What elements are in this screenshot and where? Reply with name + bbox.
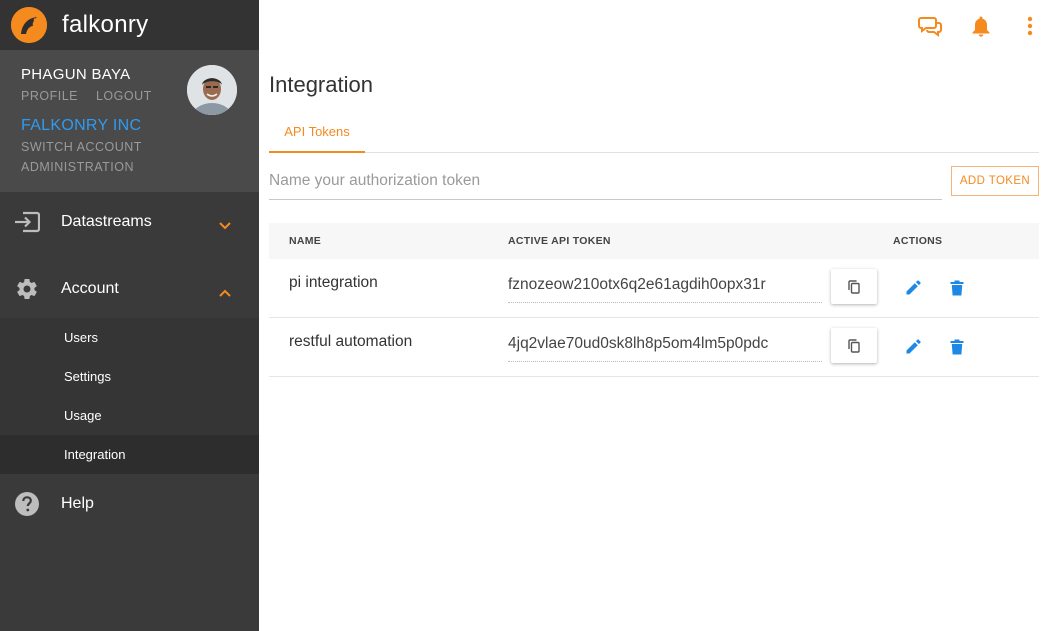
administration-link[interactable]: ADMINISTRATION (21, 160, 238, 174)
sidebar-item-label: Help (61, 495, 94, 512)
brand-header: falkonry (0, 0, 259, 50)
sidebar-item-settings[interactable]: Settings (0, 357, 259, 396)
user-panel: PHAGUN BAYA PROFILE LOGOUT FALKONRY INC … (0, 50, 259, 192)
more-vert-icon[interactable] (1016, 12, 1044, 40)
edit-button[interactable] (902, 277, 924, 299)
token-name: restful automation (289, 333, 413, 350)
token-name-input[interactable] (269, 164, 942, 198)
bell-icon[interactable] (967, 12, 995, 40)
column-header-actions: ACTIONS (893, 235, 943, 247)
delete-button[interactable] (946, 277, 968, 299)
switch-account-link[interactable]: SWITCH ACCOUNT (21, 140, 238, 154)
avatar[interactable] (187, 65, 237, 115)
sidebar-item-usage[interactable]: Usage (0, 396, 259, 435)
chat-icon[interactable] (916, 12, 944, 40)
tab-api-tokens[interactable]: API Tokens (269, 112, 365, 153)
trash-icon (950, 280, 964, 296)
chevron-down-icon[interactable] (219, 217, 231, 235)
tab-bar: API Tokens (269, 112, 1039, 153)
copy-icon (848, 279, 860, 294)
sidebar-item-datastreams[interactable]: Datastreams (0, 192, 259, 251)
tokens-table: NAME ACTIVE API TOKEN ACTIONS pi integra… (269, 223, 1039, 377)
token-value[interactable]: 4jq2vlae70ud0sk8lh8p5om4lm5p0pdc (508, 330, 822, 362)
edit-button[interactable] (902, 336, 924, 358)
add-token-button[interactable]: ADD TOKEN (951, 166, 1039, 196)
gear-icon (14, 276, 40, 302)
token-name-field (269, 164, 942, 200)
org-name[interactable]: FALKONRY INC (21, 117, 238, 135)
help-icon (14, 491, 40, 517)
input-icon (14, 209, 40, 235)
sidebar-item-integration[interactable]: Integration (0, 435, 259, 474)
trash-icon (950, 339, 964, 355)
chevron-up-icon[interactable] (219, 284, 231, 302)
topbar-actions (909, 12, 1049, 40)
sidebar-item-help[interactable]: Help (0, 474, 259, 534)
sidebar-item-label: Account (61, 279, 119, 297)
sidebar-item-users[interactable]: Users (0, 318, 259, 357)
table-row: restful automation 4jq2vlae70ud0sk8lh8p5… (269, 318, 1039, 377)
page-title: Integration (269, 72, 373, 97)
token-name: pi integration (289, 274, 378, 291)
sidebar-item-account[interactable]: Account (0, 259, 259, 318)
table-row: pi integration fznozeow210otx6q2e61agdih… (269, 259, 1039, 318)
profile-link[interactable]: PROFILE (21, 89, 78, 103)
copy-icon (848, 338, 860, 353)
copy-button[interactable] (831, 328, 877, 363)
logout-link[interactable]: LOGOUT (96, 89, 152, 103)
column-header-token: ACTIVE API TOKEN (508, 235, 611, 247)
token-value[interactable]: fznozeow210otx6q2e61agdih0opx31r (508, 271, 822, 303)
column-header-name: NAME (289, 235, 322, 247)
sidebar: falkonry PHAGUN BAYA PROFILE LOGOUT FALK… (0, 0, 259, 631)
account-subnav: Users Settings Usage Integration (0, 318, 259, 474)
pencil-icon (906, 280, 921, 295)
brand-name: falkonry (62, 11, 149, 38)
copy-button[interactable] (831, 269, 877, 304)
sidebar-item-label: Datastreams (61, 212, 152, 230)
table-header: NAME ACTIVE API TOKEN ACTIONS (269, 223, 1039, 259)
falkonry-logo[interactable] (11, 7, 47, 43)
pencil-icon (906, 339, 921, 354)
delete-button[interactable] (946, 336, 968, 358)
